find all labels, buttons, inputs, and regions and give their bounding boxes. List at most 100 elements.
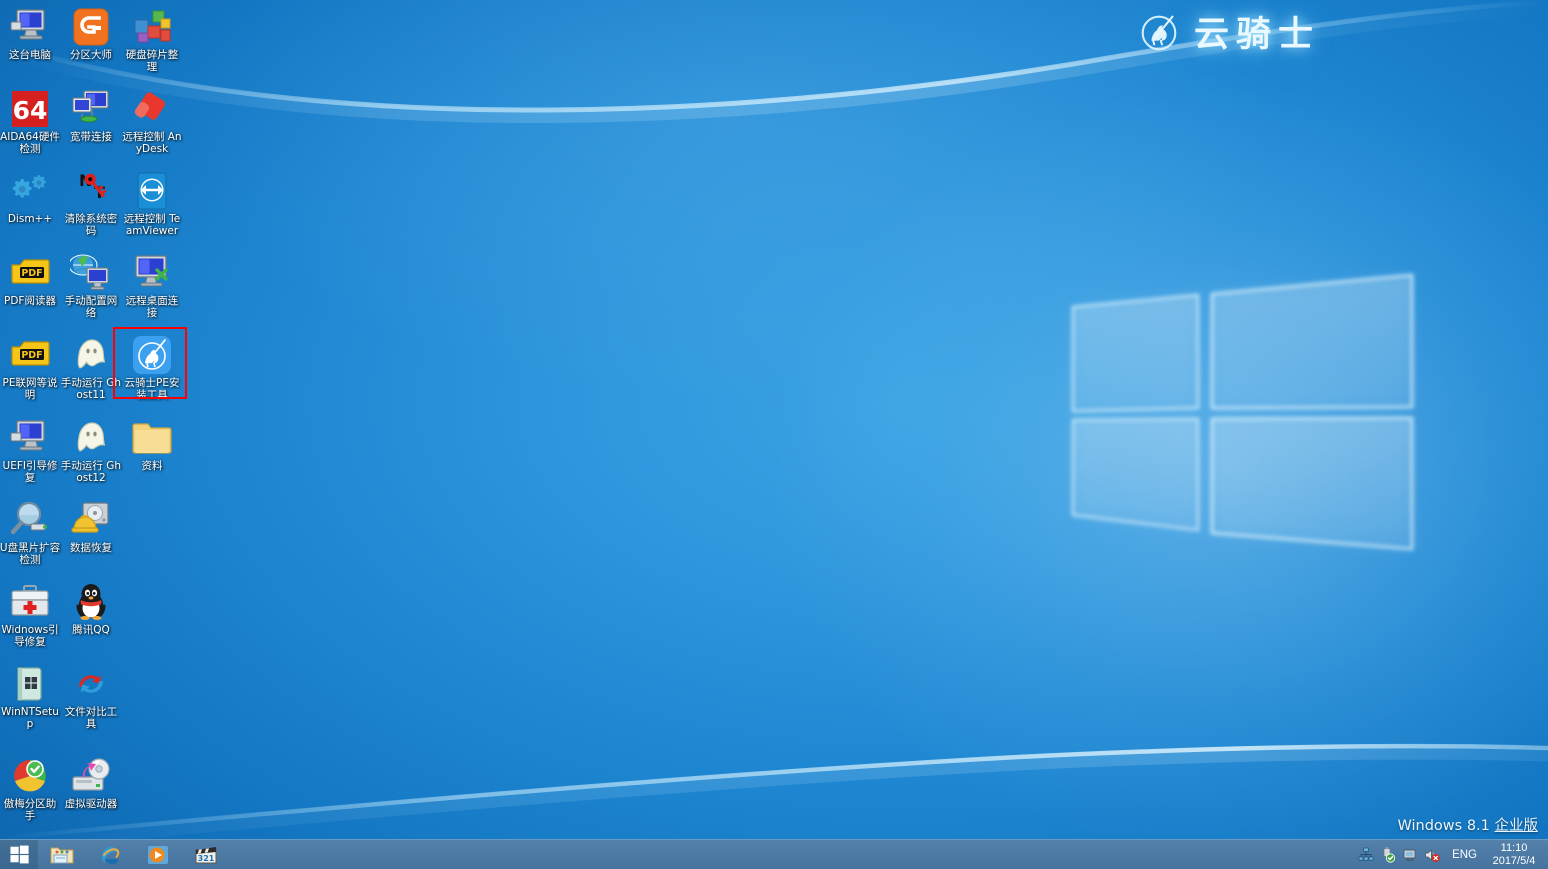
tray-display[interactable] xyxy=(1399,840,1421,869)
desktop-icon-label: U盘黑片扩容检测 xyxy=(0,542,61,566)
desktop-icon[interactable]: 远程控制 TeamViewer xyxy=(121,170,183,237)
desktop-icon-label: Dism++ xyxy=(7,213,53,225)
desktop-icon-label: PDF阅读器 xyxy=(4,295,56,307)
start-button[interactable] xyxy=(0,839,38,869)
windows-activation-watermark: Windows 8.1 企业版 xyxy=(1397,814,1538,835)
desktop-icon-label: 远程控制 TeamViewer xyxy=(123,213,181,237)
desktop-icon-label: PE联网等说明 xyxy=(2,377,58,401)
wallpaper-glow xyxy=(780,90,1548,850)
desktop-icon[interactable]: 手动配置网络 xyxy=(60,252,122,319)
desktop-icon-label: 手动运行 Ghost12 xyxy=(60,460,122,484)
desktop-icon[interactable]: PDF PDF阅读器 xyxy=(0,252,61,308)
sync-arrows-icon xyxy=(70,663,112,705)
tray-language-indicator[interactable]: ENG xyxy=(1443,849,1486,861)
desktop-icon[interactable]: Widnows引导修复 xyxy=(0,581,61,648)
desktop-icon-label: 数据恢复 xyxy=(70,542,112,554)
watermark-edition: 企业版 xyxy=(1494,818,1539,834)
desktop-icon[interactable]: 远程桌面连接 xyxy=(121,252,183,319)
hdd-hardhat-icon xyxy=(70,499,112,541)
desktop-icon-label: 云骑士PE安装工具 xyxy=(124,377,180,401)
desktop-icon[interactable]: WinNTSetup xyxy=(0,663,61,730)
tray-safely-remove-hardware[interactable] xyxy=(1377,840,1399,869)
ghost-icon xyxy=(70,334,112,376)
taskbar-mpc-321[interactable]: 321 xyxy=(182,840,230,869)
desktop-icon[interactable]: 手动运行 Ghost11 xyxy=(60,334,122,401)
windows-logo-icon xyxy=(9,845,29,864)
tray-network[interactable] xyxy=(1355,840,1377,869)
clock-time: 11:10 xyxy=(1500,842,1528,854)
taskbar-clock[interactable]: 11:10 2017/5/4 xyxy=(1486,842,1548,868)
desktop-icon[interactable]: NT清除系统密码 xyxy=(60,170,122,237)
desktop-icon-label: 虚拟驱动器 xyxy=(64,798,118,810)
computer-icon xyxy=(9,417,51,459)
desktop-icon-label: 远程桌面连接 xyxy=(125,295,179,319)
wallpaper-windows-logo xyxy=(1071,273,1414,551)
qq-penguin-icon xyxy=(70,581,112,623)
wallpaper-swoosh-top xyxy=(0,0,1548,123)
desktop-icon[interactable]: 宽带连接 xyxy=(60,88,122,144)
desktop-icon-label: AIDA64硬件检测 xyxy=(0,131,60,155)
magnifier-usb-icon xyxy=(9,499,51,541)
desktop-icon-label: 腾讯QQ xyxy=(72,624,110,636)
svg-text:64: 64 xyxy=(13,96,48,125)
network-config-icon xyxy=(68,252,112,294)
desktop-icon[interactable]: 分区大师 xyxy=(60,6,122,62)
diskgenius-icon xyxy=(70,6,112,48)
aida64-icon: 64 xyxy=(9,88,51,130)
desktop-icon-label: 文件对比工具 xyxy=(64,706,118,730)
desktop-screen: 云骑士 这台电脑 分区大师 硬盘碎片整理 64 AIDA64硬件检测 宽带连接 远程控制 A… xyxy=(0,0,1548,869)
defrag-blocks-icon xyxy=(131,6,173,48)
desktop-icon[interactable]: 云骑士PE安装工具 xyxy=(113,327,187,401)
ntpwedit-key-icon: NT xyxy=(70,170,112,212)
svg-text:321: 321 xyxy=(198,854,215,863)
pdf-icon: PDF xyxy=(9,252,51,294)
svg-text:PDF: PDF xyxy=(21,350,42,361)
taskbar-internet-explorer[interactable] xyxy=(86,840,134,869)
knight-emblem-icon xyxy=(1141,15,1177,50)
desktop-icon[interactable]: 手动运行 Ghost12 xyxy=(60,417,122,484)
desktop-icon-label: 资料 xyxy=(141,460,163,472)
desktop-icon-label: 手动运行 Ghost11 xyxy=(60,377,122,401)
watermark-product: Windows 8.1 xyxy=(1397,818,1490,834)
desktop-icon-label: UEFI引导修复 xyxy=(2,460,58,484)
desktop-icon[interactable]: UEFI引导修复 xyxy=(0,417,61,484)
network-tree-icon xyxy=(1358,847,1374,861)
desktop-icon[interactable]: PDF PE联网等说明 xyxy=(0,334,61,401)
desktop-icon[interactable]: 数据恢复 xyxy=(60,499,122,555)
broadband-icon xyxy=(70,88,112,130)
desktop-icon[interactable]: 资料 xyxy=(121,417,183,473)
brand-logo: 云骑士 xyxy=(1136,6,1320,57)
taskbar-media-player[interactable] xyxy=(134,840,182,869)
ghost-icon xyxy=(70,417,112,459)
svg-text:PDF: PDF xyxy=(21,268,42,279)
folder-icon xyxy=(131,417,173,459)
desktop-icon-label: Widnows引导修复 xyxy=(1,624,59,648)
taskbar: 321 ENG 11:10 2017/5/4 xyxy=(0,839,1548,869)
desktop-icon[interactable]: 文件对比工具 xyxy=(60,663,122,730)
taskbar-file-explorer[interactable] xyxy=(38,840,86,869)
desktop-icon[interactable]: 硬盘碎片整理 xyxy=(121,6,183,73)
desktop-icon-label: 分区大师 xyxy=(70,49,112,61)
monitor-icon xyxy=(1403,849,1416,861)
tray-volume-muted[interactable] xyxy=(1421,840,1443,869)
desktop-icon[interactable]: U盘黑片扩容检测 xyxy=(0,499,61,566)
desktop-icon[interactable]: 腾讯QQ xyxy=(60,581,122,637)
desktop-icon[interactable]: Dism++ xyxy=(0,170,61,226)
play-button-icon xyxy=(148,845,168,864)
desktop-icon-label: 手动配置网络 xyxy=(64,295,118,319)
virtual-drive-icon xyxy=(70,755,112,797)
desktop-icon[interactable]: 远程控制 AnyDesk xyxy=(121,88,183,155)
system-tray: ENG 11:10 2017/5/4 xyxy=(1355,840,1548,869)
desktop-icon[interactable]: 虚拟驱动器 xyxy=(60,755,122,811)
desktop-icon[interactable]: 这台电脑 xyxy=(0,6,61,62)
toolbox-firstaid-icon xyxy=(9,581,51,623)
dism-gears-icon xyxy=(9,170,51,212)
yunqishi-pe-icon xyxy=(131,334,173,376)
desktop-icon[interactable]: 傲梅分区助手 xyxy=(0,755,61,822)
desktop-icon[interactable]: 64 AIDA64硬件检测 xyxy=(0,88,61,155)
desktop-icon-label: 清除系统密码 xyxy=(64,213,118,237)
usb-check-icon xyxy=(1383,847,1396,863)
desktop-icon-label: WinNTSetup xyxy=(1,706,59,730)
clock-date: 2017/5/4 xyxy=(1492,855,1536,867)
wallpaper-swoosh-bottom xyxy=(0,743,1548,852)
